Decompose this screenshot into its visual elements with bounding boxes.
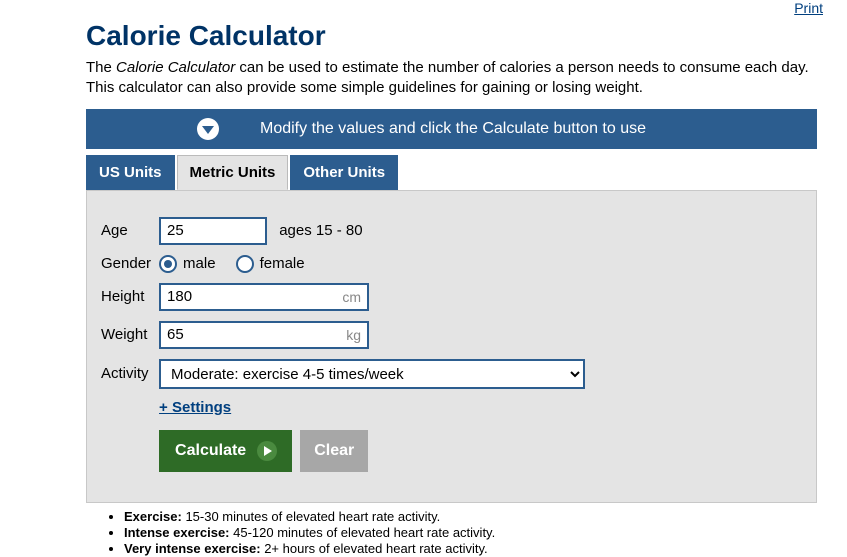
activity-select[interactable]: Moderate: exercise 4-5 times/week	[159, 359, 585, 389]
height-label: Height	[101, 283, 159, 311]
tab-other-units[interactable]: Other Units	[290, 155, 398, 190]
calculate-button[interactable]: Calculate	[159, 430, 292, 472]
gender-label: Gender	[101, 255, 159, 273]
calculator-form: Age ages 15 - 80 Gender male female	[86, 190, 817, 503]
gender-male-label: male	[183, 255, 216, 272]
instruction-banner[interactable]: Modify the values and click the Calculat…	[86, 109, 817, 149]
calculate-button-label: Calculate	[175, 442, 246, 460]
height-input[interactable]	[159, 283, 369, 311]
list-item: Intense exercise: 45-120 minutes of elev…	[124, 525, 847, 540]
note-text: 2+ hours of elevated heart rate activity…	[261, 541, 488, 556]
print-link[interactable]: Print	[794, 0, 823, 16]
page-title: Calorie Calculator	[86, 20, 847, 52]
age-input[interactable]	[159, 217, 267, 245]
gender-male-radio[interactable]	[159, 255, 177, 273]
description: The Calorie Calculator can be used to es…	[86, 58, 817, 99]
banner-text: Modify the values and click the Calculat…	[260, 120, 646, 138]
exercise-notes: Exercise: 15-30 minutes of elevated hear…	[106, 509, 847, 556]
desc-em: Calorie Calculator	[116, 59, 235, 76]
unit-tabs: US Units Metric Units Other Units	[86, 155, 847, 190]
note-text: 45-120 minutes of elevated heart rate ac…	[230, 525, 496, 540]
note-bold: Intense exercise:	[124, 525, 230, 540]
gender-female-radio[interactable]	[236, 255, 254, 273]
chevron-down-icon	[196, 117, 220, 141]
clear-button[interactable]: Clear	[300, 430, 368, 472]
list-item: Exercise: 15-30 minutes of elevated hear…	[124, 509, 847, 524]
activity-label: Activity	[101, 359, 159, 389]
note-bold: Exercise:	[124, 509, 182, 524]
tab-metric-units[interactable]: Metric Units	[177, 155, 289, 190]
weight-label: Weight	[101, 321, 159, 349]
age-hint: ages 15 - 80	[279, 222, 362, 239]
weight-input[interactable]	[159, 321, 369, 349]
note-text: 15-30 minutes of elevated heart rate act…	[182, 509, 440, 524]
desc-prefix: The	[86, 59, 116, 76]
play-icon	[256, 440, 278, 462]
note-bold: Very intense exercise:	[124, 541, 261, 556]
tab-us-units[interactable]: US Units	[86, 155, 175, 190]
settings-link[interactable]: + Settings	[159, 399, 231, 416]
age-label: Age	[101, 217, 159, 245]
gender-female-label: female	[260, 255, 305, 272]
list-item: Very intense exercise: 2+ hours of eleva…	[124, 541, 847, 556]
